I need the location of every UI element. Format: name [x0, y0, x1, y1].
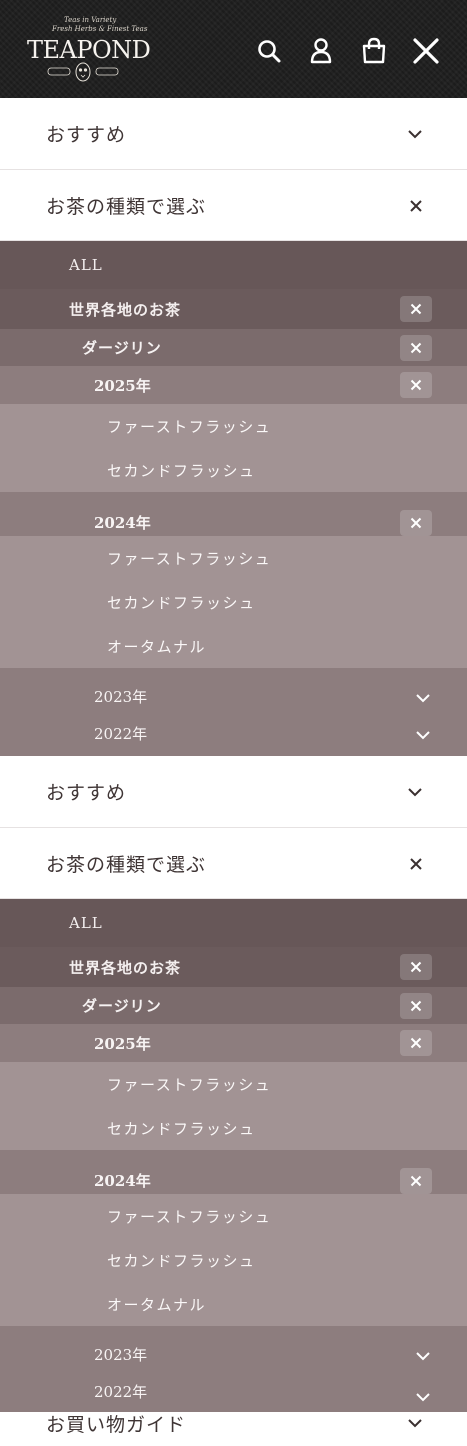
menu-item-shopping-guide[interactable]: お買い物ガイド [0, 1408, 467, 1446]
menu-label: ALL [69, 914, 103, 932]
menu-item-second-flush[interactable]: セカンドフラッシュ [0, 448, 467, 492]
menu-item-2024[interactable]: 2024年 [0, 1150, 467, 1194]
close-icon [410, 303, 422, 315]
owl-emblem-icon [47, 62, 119, 82]
logo-tagline-2: Fresh Herbs & Finest Teas [52, 25, 148, 33]
menu-item-2025[interactable]: 2025年 [0, 1024, 467, 1062]
menu-label: お茶の種類で選ぶ [46, 196, 207, 218]
chevron-down-icon[interactable] [407, 129, 423, 139]
menu-item-all[interactable]: ALL [0, 899, 467, 947]
menu-label: おすすめ [46, 782, 127, 804]
menu-label: 2024年 [94, 513, 151, 532]
collapse-button[interactable] [400, 510, 432, 536]
menu-label: ファーストフラッシュ [107, 417, 272, 436]
menu-item-autumnal[interactable]: オータムナル [0, 624, 467, 668]
menu-item-2025[interactable]: 2025年 [0, 366, 467, 404]
menu-item-2022[interactable]: 2022年 [0, 1371, 467, 1412]
menu-label: オータムナル [107, 637, 207, 656]
close-icon [410, 1037, 422, 1049]
collapse-button[interactable] [400, 296, 432, 322]
search-icon[interactable] [254, 36, 284, 66]
menu-label: ダージリン [82, 997, 162, 1015]
close-icon [410, 1175, 422, 1187]
menu-item-first-flush[interactable]: ファーストフラッシュ [0, 1194, 467, 1238]
close-icon[interactable] [409, 199, 423, 213]
chevron-down-icon[interactable] [407, 787, 423, 797]
logo-wordmark: TEAPOND [27, 36, 151, 64]
menu-label: 2025年 [94, 376, 151, 395]
collapse-button[interactable] [400, 1168, 432, 1194]
logo-tagline: Teas in Variety [64, 16, 117, 24]
menu-item-tea-types[interactable]: お茶の種類で選ぶ [0, 171, 467, 241]
menu-label: お買い物ガイド [46, 1414, 187, 1436]
chevron-down-icon[interactable] [415, 730, 431, 740]
menu-label: ダージリン [82, 339, 162, 357]
menu-label: 世界各地のお茶 [69, 958, 182, 977]
menu-item-darjeeling[interactable]: ダージリン [0, 329, 467, 366]
chevron-down-icon[interactable] [415, 1351, 431, 1361]
cart-icon[interactable] [359, 36, 389, 66]
menu-label: お茶の種類で選ぶ [46, 854, 207, 876]
menu-label: セカンドフラッシュ [107, 1251, 256, 1270]
menu-label: セカンドフラッシュ [107, 593, 256, 612]
menu-item-first-flush[interactable]: ファーストフラッシュ [0, 404, 467, 448]
menu-item-darjeeling[interactable]: ダージリン [0, 987, 467, 1024]
menu-label: 世界各地のお茶 [69, 300, 182, 319]
menu-label: 2025年 [94, 1034, 151, 1053]
menu-item-tea-types[interactable]: お茶の種類で選ぶ [0, 829, 467, 899]
close-icon [410, 961, 422, 973]
chevron-down-icon[interactable] [407, 1418, 423, 1428]
menu-item-first-flush[interactable]: ファーストフラッシュ [0, 536, 467, 580]
menu-item-world-teas[interactable]: 世界各地のお茶 [0, 947, 467, 987]
close-icon [410, 517, 422, 529]
menu-label: 2024年 [94, 1171, 151, 1190]
menu-item-recommend[interactable]: おすすめ [0, 756, 467, 828]
menu-item-2023[interactable]: 2023年 [0, 668, 467, 713]
menu-item-2023[interactable]: 2023年 [0, 1326, 467, 1371]
menu-item-autumnal[interactable]: オータムナル [0, 1282, 467, 1326]
menu-label: 2022年 [94, 725, 148, 743]
menu-label: 2022年 [94, 1383, 148, 1401]
menu-label: セカンドフラッシュ [107, 461, 256, 480]
menu-item-all[interactable]: ALL [0, 241, 467, 289]
menu-label: セカンドフラッシュ [107, 1119, 256, 1138]
account-icon[interactable] [306, 36, 336, 66]
menu-label: ファーストフラッシュ [107, 549, 272, 568]
menu-label: ALL [69, 256, 103, 274]
menu-item-world-teas[interactable]: 世界各地のお茶 [0, 289, 467, 329]
collapse-button[interactable] [400, 334, 432, 361]
collapse-button[interactable] [400, 992, 432, 1019]
menu-item-2022[interactable]: 2022年 [0, 713, 467, 756]
collapse-button[interactable] [400, 372, 432, 398]
menu-item-second-flush[interactable]: セカンドフラッシュ [0, 580, 467, 624]
close-icon[interactable] [411, 36, 441, 66]
menu-item-second-flush[interactable]: セカンドフラッシュ [0, 1238, 467, 1282]
close-icon [410, 379, 422, 391]
menu-label: オータムナル [107, 1295, 207, 1314]
menu-label: ファーストフラッシュ [107, 1207, 272, 1226]
close-icon [410, 1000, 422, 1011]
teapond-logo[interactable]: Teas in Variety Fresh Herbs & Finest Tea… [24, 16, 151, 82]
collapse-button[interactable] [400, 1030, 432, 1056]
close-icon [410, 342, 422, 353]
collapse-button[interactable] [400, 954, 432, 980]
menu-item-second-flush[interactable]: セカンドフラッシュ [0, 1106, 467, 1150]
menu-label: おすすめ [46, 124, 127, 146]
menu-label: 2023年 [94, 688, 148, 706]
site-header: Teas in Variety Fresh Herbs & Finest Tea… [0, 0, 467, 98]
menu-item-first-flush[interactable]: ファーストフラッシュ [0, 1062, 467, 1106]
chevron-down-icon[interactable] [415, 693, 431, 703]
menu-label: 2023年 [94, 1346, 148, 1364]
close-icon[interactable] [409, 857, 423, 871]
menu-item-2024[interactable]: 2024年 [0, 492, 467, 536]
menu-label: ファーストフラッシュ [107, 1075, 272, 1094]
menu-item-recommend[interactable]: おすすめ [0, 98, 467, 170]
chevron-down-icon[interactable] [415, 1392, 431, 1402]
